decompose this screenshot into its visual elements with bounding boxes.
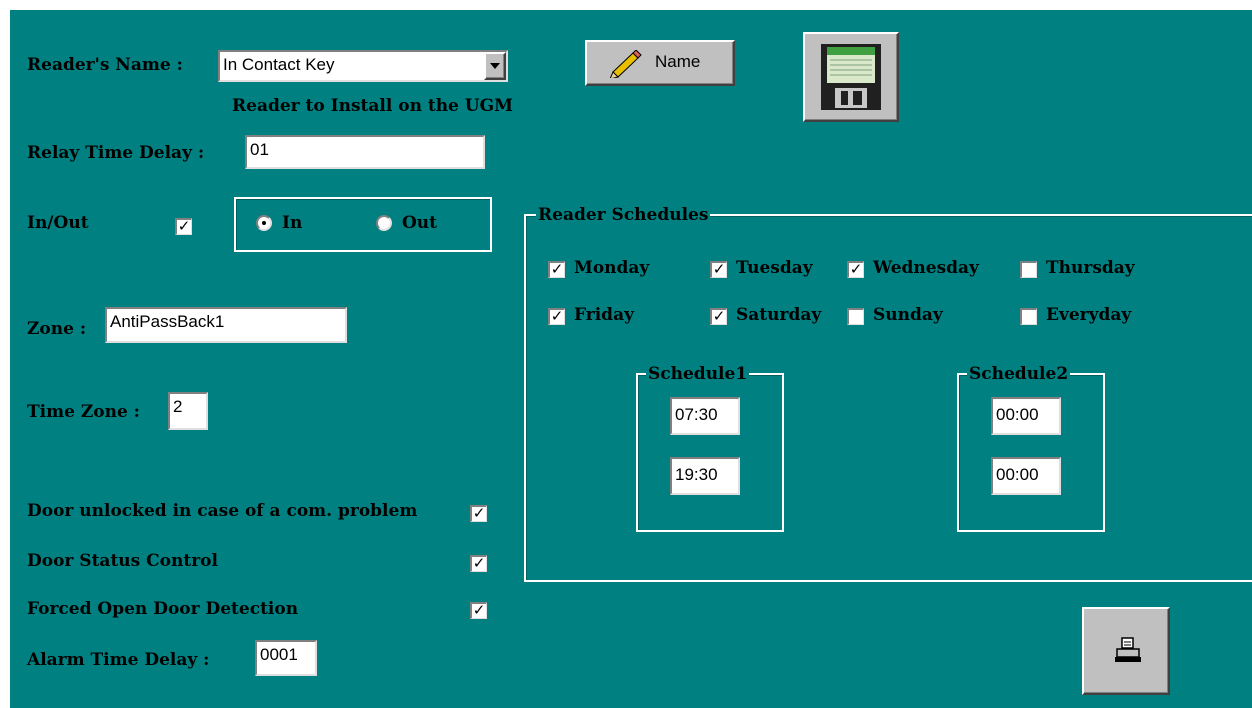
day-monday-checkbox[interactable]: ✓ <box>548 261 565 278</box>
dropdown-arrow-icon[interactable] <box>484 52 506 80</box>
day-friday-checkbox[interactable]: ✓ <box>548 308 565 325</box>
reader-name-value: In Contact Key <box>223 55 335 74</box>
day-wednesday-label: Wednesday <box>873 258 979 278</box>
radio-out-label: Out <box>402 213 438 233</box>
save-button[interactable] <box>803 32 899 122</box>
name-button[interactable]: Name <box>585 40 735 86</box>
reader-name-label: Reader's Name : <box>27 55 183 75</box>
name-button-label: Name <box>655 52 701 71</box>
schedule1-start-input[interactable]: 07:30 <box>670 397 740 435</box>
schedule1-group: Schedule1 07:30 19:30 <box>636 364 784 532</box>
day-sunday-label: Sunday <box>873 305 943 325</box>
print-button[interactable] <box>1082 607 1170 695</box>
radio-in[interactable] <box>256 215 272 231</box>
pencil-icon <box>607 49 643 83</box>
inout-label: In/Out <box>27 213 89 233</box>
reader-name-select[interactable]: In Contact Key <box>218 50 508 82</box>
day-everyday-checkbox[interactable] <box>1020 308 1037 325</box>
day-saturday-checkbox[interactable]: ✓ <box>710 308 727 325</box>
day-wednesday-checkbox[interactable]: ✓ <box>847 261 864 278</box>
reader-schedules-title: Reader Schedules <box>536 205 711 225</box>
reader-config-panel: Reader's Name : In Contact Key Reader to… <box>10 10 1252 708</box>
schedule2-group: Schedule2 00:00 00:00 <box>957 364 1105 532</box>
schedule1-title: Schedule1 <box>646 364 750 384</box>
schedule2-start-input[interactable]: 00:00 <box>991 397 1061 435</box>
day-tuesday-label: Tuesday <box>736 258 813 278</box>
inout-checkbox[interactable]: ✓ <box>175 218 192 235</box>
printer-icon <box>1114 637 1142 670</box>
day-thursday-checkbox[interactable] <box>1020 261 1037 278</box>
schedule2-title: Schedule2 <box>967 364 1071 384</box>
option-forced-open-checkbox[interactable]: ✓ <box>470 602 487 619</box>
option-door-status-checkbox[interactable]: ✓ <box>470 555 487 572</box>
day-everyday-label: Everyday <box>1046 305 1132 325</box>
day-friday-label: Friday <box>574 305 634 325</box>
day-sunday-checkbox[interactable] <box>847 308 864 325</box>
radio-out[interactable] <box>376 215 392 231</box>
relay-delay-label: Relay Time Delay : <box>27 143 205 163</box>
zone-label: Zone : <box>27 319 87 339</box>
radio-in-label: In <box>282 213 303 233</box>
day-monday-label: Monday <box>574 258 650 278</box>
option-door-unlocked-label: Door unlocked in case of a com. problem <box>27 501 418 521</box>
schedule2-end-input[interactable]: 00:00 <box>991 457 1061 495</box>
alarm-delay-input[interactable]: 0001 <box>255 640 317 676</box>
day-thursday-label: Thursday <box>1046 258 1135 278</box>
timezone-label: Time Zone : <box>27 402 140 422</box>
day-tuesday-checkbox[interactable]: ✓ <box>710 261 727 278</box>
alarm-delay-label: Alarm Time Delay : <box>27 650 210 670</box>
floppy-disk-icon <box>821 44 881 115</box>
schedule1-end-input[interactable]: 19:30 <box>670 457 740 495</box>
option-forced-open-label: Forced Open Door Detection <box>27 599 299 619</box>
timezone-input[interactable]: 2 <box>168 392 208 430</box>
day-saturday-label: Saturday <box>736 305 822 325</box>
option-door-status-label: Door Status Control <box>27 551 218 571</box>
reader-schedules-group: Reader Schedules ✓ Monday ✓ Tuesday ✓ We… <box>524 205 1252 582</box>
zone-input[interactable]: AntiPassBack1 <box>105 307 347 343</box>
relay-delay-input[interactable]: 01 <box>245 135 485 169</box>
reader-install-note: Reader to Install on the UGM <box>232 96 513 116</box>
inout-direction-group: In Out <box>234 197 492 252</box>
option-door-unlocked-checkbox[interactable]: ✓ <box>470 505 487 522</box>
